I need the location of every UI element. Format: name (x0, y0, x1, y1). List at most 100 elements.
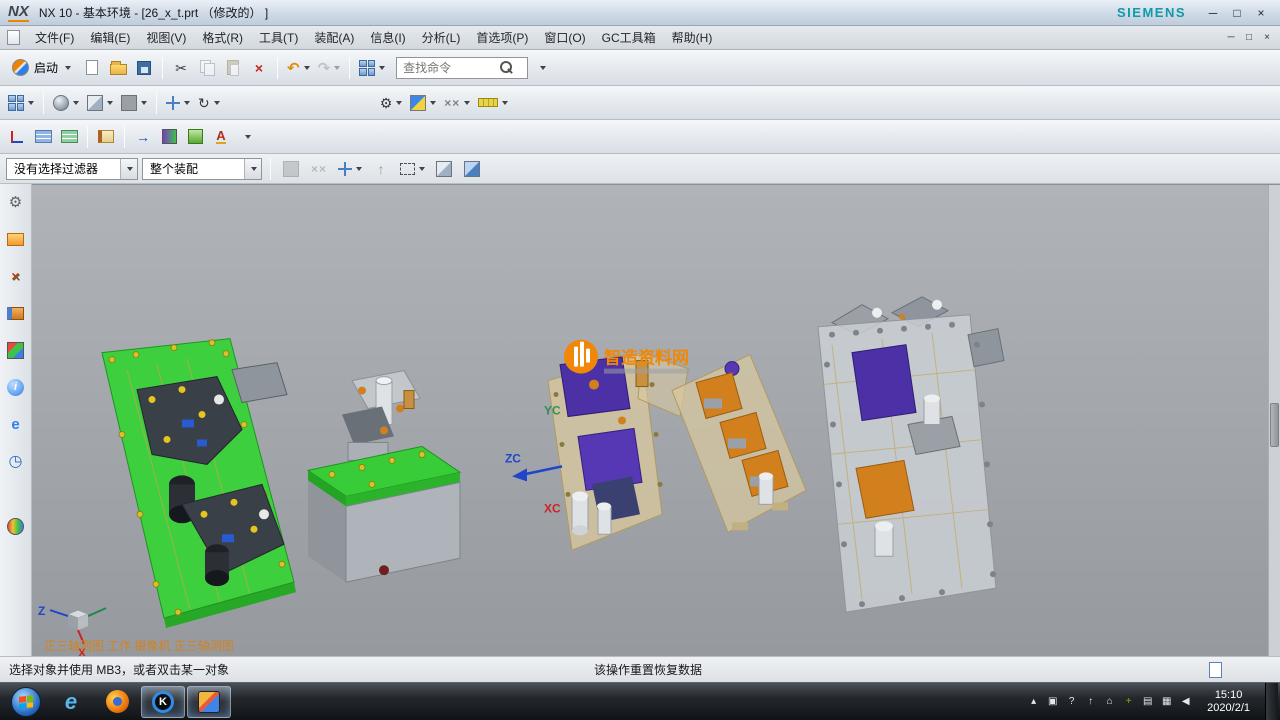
minimize-button[interactable]: ─ (1202, 6, 1224, 20)
delete-button[interactable]: × (247, 55, 271, 81)
selection-filter-combobox[interactable]: 没有选择过滤器 (6, 158, 138, 180)
menu-help[interactable]: 帮助(H) (664, 26, 721, 49)
show-desktop-button[interactable] (1265, 683, 1278, 720)
measure-button[interactable] (475, 90, 511, 116)
menu-view[interactable]: 视图(V) (138, 26, 194, 49)
move-up-button[interactable]: ↑ (369, 156, 393, 182)
dropdown-arrow-icon[interactable] (502, 101, 508, 105)
close-button[interactable]: × (1250, 6, 1272, 20)
fixture-assembly-1[interactable] (102, 339, 296, 628)
start-menu-button[interactable]: 启动 (5, 55, 78, 81)
windows-start-button[interactable] (11, 687, 41, 717)
rectangle-select-button[interactable] (397, 156, 428, 182)
wave-geometry-button[interactable] (157, 124, 181, 150)
general-selection-filter-button[interactable] (279, 156, 303, 182)
tray-safety-icon[interactable]: + (1122, 696, 1135, 707)
view-orientation-button[interactable] (84, 90, 116, 116)
object-display-button[interactable] (407, 90, 439, 116)
fixture-assembly-4[interactable] (672, 355, 806, 533)
resource-options-button[interactable]: ⚙ (5, 192, 27, 212)
new-button[interactable] (80, 55, 104, 81)
combo-dropdown-button[interactable] (120, 159, 137, 179)
menu-information[interactable]: 信息(I) (362, 26, 413, 49)
status-document-icon[interactable] (1209, 662, 1222, 678)
journal-button[interactable] (94, 124, 118, 150)
menu-gc-toolbox[interactable]: GC工具箱 (594, 26, 664, 49)
save-button[interactable] (132, 55, 156, 81)
document-minimize-button[interactable]: ─ (1222, 32, 1240, 43)
cut-button[interactable]: ✂ (169, 55, 193, 81)
dropdown-arrow-icon[interactable] (334, 66, 340, 70)
menu-file[interactable]: 文件(F) (27, 26, 82, 49)
find-command-box[interactable] (396, 57, 528, 79)
utility-dropdown-button[interactable] (235, 124, 259, 150)
dropdown-arrow-icon[interactable] (396, 101, 402, 105)
maximize-button[interactable]: □ (1226, 6, 1248, 20)
annotation-button[interactable]: A (209, 124, 233, 150)
window-layout-button[interactable] (356, 55, 388, 81)
snap-enable-button[interactable]: ×× (307, 156, 331, 182)
dropdown-arrow-icon[interactable] (379, 66, 385, 70)
firefox-taskbar-button[interactable] (95, 686, 139, 718)
document-close-button[interactable]: × (1258, 32, 1276, 43)
pan-view-button[interactable] (163, 90, 193, 116)
menu-preferences[interactable]: 首选项(P) (468, 26, 536, 49)
copy-button[interactable] (195, 55, 219, 81)
reuse-library-button[interactable] (5, 340, 27, 360)
dropdown-arrow-icon[interactable] (141, 101, 147, 105)
hd3d-tools-button[interactable]: i (5, 377, 27, 397)
export-button[interactable] (183, 124, 207, 150)
highlight-assembly-button[interactable] (432, 156, 456, 182)
open-button[interactable] (106, 55, 130, 81)
menu-tools[interactable]: 工具(T) (251, 26, 306, 49)
tray-network-icon[interactable]: ▦ (1160, 696, 1173, 707)
browser-taskbar-button[interactable]: e (49, 686, 93, 718)
tray-home-icon[interactable]: ⌂ (1103, 696, 1116, 707)
undo-button[interactable]: ↶ (284, 55, 313, 81)
menu-format[interactable]: 格式(R) (194, 26, 251, 49)
combo-dropdown-button[interactable] (244, 159, 261, 179)
roles-button[interactable] (5, 516, 27, 536)
tray-keyboard-icon[interactable]: ▤ (1141, 696, 1154, 707)
dropdown-arrow-icon[interactable] (184, 101, 190, 105)
show-component-button[interactable] (460, 156, 484, 182)
dropdown-arrow-icon[interactable] (107, 101, 113, 105)
internet-explorer-button[interactable]: e (5, 414, 27, 434)
rotate-view-button[interactable]: ↻ (195, 90, 223, 116)
layer-settings-button[interactable] (31, 124, 55, 150)
tray-eject-icon[interactable]: ↑ (1084, 696, 1097, 707)
dropdown-arrow-icon[interactable] (430, 101, 436, 105)
k-app-taskbar-button[interactable]: K (141, 686, 185, 718)
fixture-assembly-2[interactable] (308, 371, 460, 583)
redo-button[interactable]: ↷ (315, 55, 344, 81)
paste-button[interactable] (221, 55, 245, 81)
tray-volume-icon[interactable]: ◀ (1179, 696, 1192, 707)
snap-point-button[interactable]: ×× (441, 90, 473, 116)
scrollbar-thumb[interactable] (1270, 403, 1279, 447)
dropdown-arrow-icon[interactable] (304, 66, 310, 70)
history-button[interactable]: ◷ (5, 451, 27, 471)
tray-help-icon[interactable]: ? (1065, 696, 1078, 707)
dropdown-arrow-icon[interactable] (28, 101, 34, 105)
document-restore-button[interactable]: □ (1240, 32, 1258, 43)
part-navigator-button[interactable] (5, 303, 27, 323)
fixture-assembly-3[interactable] (548, 353, 688, 551)
taskbar-clock[interactable]: 15:10 2020/2/1 (1198, 689, 1259, 715)
add-to-selection-button[interactable] (335, 156, 365, 182)
menu-edit[interactable]: 编辑(E) (82, 26, 138, 49)
dropdown-arrow-icon[interactable] (419, 167, 425, 171)
menu-window[interactable]: 窗口(O) (536, 26, 593, 49)
move-to-layer-button[interactable] (57, 124, 81, 150)
constraint-navigator-button[interactable]: × (5, 266, 27, 286)
menu-assemblies[interactable]: 装配(A) (306, 26, 362, 49)
visualization-preferences-button[interactable]: ⚙ (377, 90, 406, 116)
import-part-button[interactable]: → (131, 124, 155, 150)
assembly-navigator-button[interactable] (5, 229, 27, 249)
dropdown-arrow-icon[interactable] (73, 101, 79, 105)
dropdown-arrow-icon[interactable] (214, 101, 220, 105)
vertical-scrollbar[interactable] (1268, 185, 1280, 656)
datum-csys-button[interactable] (5, 124, 29, 150)
menu-analysis[interactable]: 分析(L) (414, 26, 469, 49)
find-command-input[interactable] (403, 61, 499, 75)
tray-display-icon[interactable]: ▣ (1046, 696, 1059, 707)
